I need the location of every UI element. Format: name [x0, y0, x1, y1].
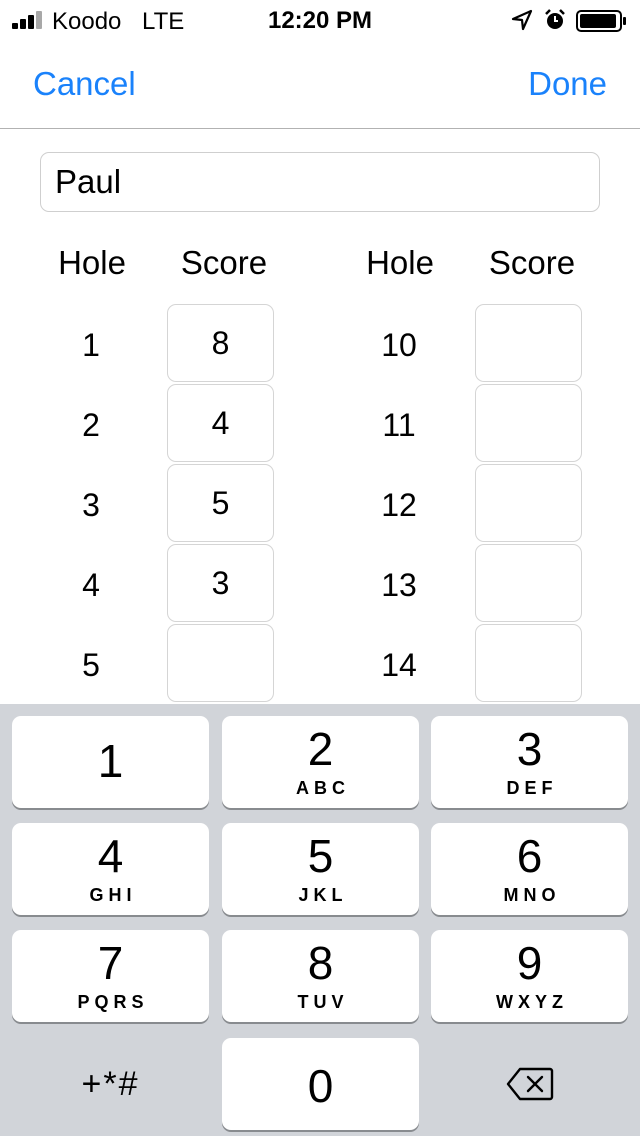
key-2[interactable]: 2 ABC [222, 716, 419, 808]
left-score-header: Score [180, 244, 268, 281]
key-digit: 6 [516, 830, 543, 882]
alarm-clock-icon [545, 9, 565, 29]
location-arrow-icon [511, 9, 533, 31]
key-digit: 3 [516, 723, 543, 775]
key-letters: GHI [89, 885, 137, 905]
hole-number: 14 [381, 647, 417, 683]
left-hole-header: Hole [58, 244, 126, 281]
key-letters: DEF [506, 778, 558, 798]
number-keypad: 1 2 ABC 3 DEF 4 GHI 5 JKL 6 MNO 7 PQRS 8… [0, 704, 640, 1136]
hole-number: 1 [82, 327, 100, 363]
key-digit: 9 [516, 937, 543, 989]
score-field[interactable] [475, 544, 582, 622]
key-5[interactable]: 5 JKL [222, 823, 419, 915]
status-bar: Koodo LTE 12:20 PM [0, 0, 640, 40]
key-digit: 7 [97, 937, 124, 989]
key-3[interactable]: 3 DEF [431, 716, 628, 808]
key-9[interactable]: 9 WXYZ [431, 930, 628, 1022]
score-field[interactable] [475, 624, 582, 702]
key-6[interactable]: 6 MNO [431, 823, 628, 915]
key-digit: 8 [307, 937, 334, 989]
key-4[interactable]: 4 GHI [12, 823, 209, 915]
right-score-header: Score [488, 244, 576, 281]
hole-number: 13 [381, 567, 417, 603]
key-letters: MNO [503, 885, 561, 905]
cancel-button[interactable]: Cancel [33, 65, 136, 103]
done-button[interactable]: Done [528, 65, 607, 103]
player-name-field[interactable] [40, 152, 600, 212]
battery-icon [576, 10, 626, 32]
key-letters: JKL [298, 885, 348, 905]
key-digit: 0 [307, 1060, 334, 1112]
key-letters: ABC [296, 778, 350, 798]
hole-number: 5 [82, 647, 100, 683]
delete-key[interactable] [431, 1038, 628, 1130]
key-8[interactable]: 8 TUV [222, 930, 419, 1022]
key-1[interactable]: 1 [12, 716, 209, 808]
hole-number: 2 [82, 407, 100, 443]
hole-number: 10 [381, 327, 417, 363]
hole-number: 11 [382, 407, 416, 443]
key-digit: 5 [307, 830, 334, 882]
score-field[interactable]: 5 [167, 464, 274, 542]
navigation-bar: Cancel Done [0, 40, 640, 129]
key-digit: 1 [97, 735, 124, 787]
key-letters: PQRS [77, 992, 149, 1012]
key-letters: WXYZ [496, 992, 568, 1012]
key-7[interactable]: 7 PQRS [12, 930, 209, 1022]
hole-number: 3 [82, 487, 100, 523]
hole-number: 12 [381, 487, 417, 523]
score-field[interactable]: 8 [167, 304, 274, 382]
key-digit: 2 [307, 723, 334, 775]
key-digit: 4 [97, 830, 124, 882]
score-field[interactable]: 4 [167, 384, 274, 462]
hole-number: 4 [82, 567, 100, 603]
score-field[interactable] [475, 304, 582, 382]
score-field[interactable] [475, 384, 582, 462]
symbols-label: +*# [81, 1065, 140, 1103]
key-letters: TUV [297, 992, 349, 1012]
right-hole-header: Hole [366, 244, 434, 281]
score-field[interactable] [167, 624, 274, 702]
score-field[interactable] [475, 464, 582, 542]
score-field[interactable]: 3 [167, 544, 274, 622]
key-0[interactable]: 0 [222, 1038, 419, 1130]
symbols-key[interactable]: +*# [12, 1038, 209, 1130]
delete-backspace-icon [506, 1067, 553, 1101]
